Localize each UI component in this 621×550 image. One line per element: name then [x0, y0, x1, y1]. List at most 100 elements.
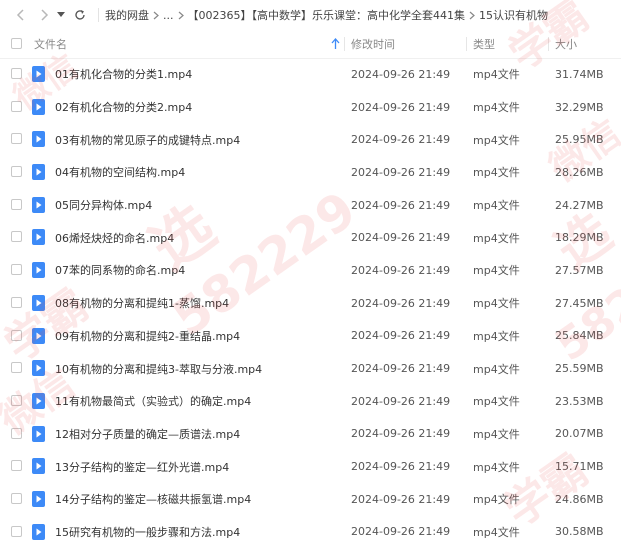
- file-name[interactable]: 13分子结构的鉴定—红外光谱.mp4: [55, 450, 229, 483]
- refresh-icon: [75, 10, 85, 20]
- file-type: mp4文件: [473, 460, 520, 474]
- file-name[interactable]: 01有机化合物的分类1.mp4: [55, 58, 192, 91]
- row-checkbox[interactable]: [11, 166, 22, 178]
- caret-down-icon: [57, 12, 65, 17]
- row-checkbox[interactable]: [11, 394, 22, 406]
- file-modified-time: 2024-09-26 21:49: [351, 296, 451, 310]
- file-row[interactable]: 03有机物的常见原子的成键特点.mp4 2024-09-26 21:49 mp4…: [0, 123, 621, 156]
- video-file-icon: [32, 66, 45, 82]
- file-modified-time: 2024-09-26 21:49: [351, 525, 451, 539]
- file-type: mp4文件: [473, 362, 520, 376]
- row-checkbox[interactable]: [11, 329, 22, 341]
- file-list: 01有机化合物的分类1.mp4 2024-09-26 21:49 mp4文件 3…: [0, 58, 621, 548]
- file-modified-time: 2024-09-26 21:49: [351, 460, 451, 474]
- file-size: 30.58MB: [555, 525, 604, 539]
- file-modified-time: 2024-09-26 21:49: [351, 133, 451, 147]
- file-size: 20.07MB: [555, 427, 604, 441]
- column-header-size[interactable]: 大小: [555, 30, 615, 58]
- file-list-header: 文件名 修改时间 类型 大小: [0, 30, 621, 59]
- file-type: mp4文件: [473, 395, 520, 409]
- row-checkbox[interactable]: [11, 231, 22, 243]
- row-checkbox[interactable]: [11, 198, 22, 210]
- file-row[interactable]: 09有机物的分离和提纯2-重结晶.mp4 2024-09-26 21:49 mp…: [0, 320, 621, 353]
- file-type: mp4文件: [473, 427, 520, 441]
- column-divider[interactable]: [344, 37, 345, 51]
- file-size: 18.29MB: [555, 231, 604, 245]
- file-type: mp4文件: [473, 525, 520, 539]
- row-checkbox[interactable]: [11, 362, 22, 374]
- row-checkbox[interactable]: [11, 133, 22, 145]
- row-checkbox[interactable]: [11, 525, 22, 537]
- breadcrumb-item-current[interactable]: 15认识有机物: [479, 7, 548, 23]
- row-checkbox[interactable]: [11, 492, 22, 504]
- file-modified-time: 2024-09-26 21:49: [351, 198, 451, 212]
- file-name[interactable]: 06烯烃炔烃的命名.mp4: [55, 221, 174, 254]
- file-name[interactable]: 09有机物的分离和提纯2-重结晶.mp4: [55, 320, 240, 353]
- file-name[interactable]: 05同分异构体.mp4: [55, 189, 152, 222]
- file-row[interactable]: 13分子结构的鉴定—红外光谱.mp4 2024-09-26 21:49 mp4文…: [0, 450, 621, 483]
- file-size: 25.84MB: [555, 329, 604, 343]
- file-name[interactable]: 03有机物的常见原子的成键特点.mp4: [55, 123, 240, 156]
- row-checkbox[interactable]: [11, 100, 22, 112]
- file-type: mp4文件: [473, 68, 520, 82]
- video-file-icon: [32, 360, 45, 377]
- video-file-icon: [32, 425, 45, 442]
- file-row[interactable]: 01有机化合物的分类1.mp4 2024-09-26 21:49 mp4文件 3…: [0, 58, 621, 91]
- breadcrumb-separator-icon: [178, 11, 184, 20]
- video-file-icon: [32, 164, 45, 181]
- row-checkbox[interactable]: [11, 460, 22, 472]
- column-divider[interactable]: [466, 37, 467, 51]
- forward-button[interactable]: [34, 5, 54, 25]
- file-row[interactable]: 11有机物最简式（实验式）的确定.mp4 2024-09-26 21:49 mp…: [0, 385, 621, 418]
- sort-ascending-icon[interactable]: [331, 38, 340, 53]
- file-type: mp4文件: [473, 101, 520, 115]
- row-checkbox[interactable]: [11, 296, 22, 308]
- file-name[interactable]: 12相对分子质量的确定—质谱法.mp4: [55, 418, 240, 451]
- video-file-icon: [32, 262, 45, 279]
- column-header-type[interactable]: 类型: [473, 30, 543, 58]
- breadcrumb-item-ellipsis[interactable]: ...: [163, 9, 174, 22]
- select-all-checkbox[interactable]: [11, 38, 22, 49]
- column-divider[interactable]: [548, 37, 549, 51]
- back-button[interactable]: [10, 5, 30, 25]
- file-type: mp4文件: [473, 297, 520, 311]
- row-checkbox[interactable]: [11, 264, 22, 276]
- breadcrumb-separator-icon: [153, 11, 159, 20]
- column-header-name[interactable]: 文件名: [34, 30, 344, 58]
- file-row[interactable]: 02有机化合物的分类2.mp4 2024-09-26 21:49 mp4文件 3…: [0, 91, 621, 124]
- file-row[interactable]: 10有机物的分离和提纯3-萃取与分液.mp4 2024-09-26 21:49 …: [0, 352, 621, 385]
- file-name[interactable]: 15研究有机物的一般步骤和方法.mp4: [55, 516, 240, 549]
- file-modified-time: 2024-09-26 21:49: [351, 231, 451, 245]
- breadcrumb-item-folder[interactable]: 【002365】【高中数学】乐乐课堂：高中化学全套441集: [188, 7, 466, 23]
- refresh-button[interactable]: [70, 5, 90, 25]
- file-name[interactable]: 10有机物的分离和提纯3-萃取与分液.mp4: [55, 352, 262, 385]
- row-checkbox[interactable]: [11, 68, 22, 79]
- file-size: 25.59MB: [555, 362, 604, 376]
- history-dropdown-button[interactable]: [54, 5, 68, 25]
- file-size: 15.71MB: [555, 460, 604, 474]
- row-checkbox[interactable]: [11, 427, 22, 439]
- file-row[interactable]: 04有机物的空间结构.mp4 2024-09-26 21:49 mp4文件 28…: [0, 156, 621, 189]
- file-name[interactable]: 08有机物的分离和提纯1-蒸馏.mp4: [55, 287, 229, 320]
- column-header-time[interactable]: 修改时间: [351, 30, 461, 58]
- file-row[interactable]: 14分子结构的鉴定—核磁共振氢谱.mp4 2024-09-26 21:49 mp…: [0, 483, 621, 516]
- file-name[interactable]: 07苯的同系物的命名.mp4: [55, 254, 185, 287]
- file-type: mp4文件: [473, 231, 520, 245]
- column-header-name-label: 文件名: [34, 38, 67, 51]
- file-name[interactable]: 14分子结构的鉴定—核磁共振氢谱.mp4: [55, 483, 251, 516]
- file-name[interactable]: 02有机化合物的分类2.mp4: [55, 91, 192, 124]
- chevron-right-icon: [40, 9, 48, 21]
- file-size: 23.53MB: [555, 394, 604, 408]
- file-type: mp4文件: [473, 199, 520, 213]
- file-row[interactable]: 08有机物的分离和提纯1-蒸馏.mp4 2024-09-26 21:49 mp4…: [0, 287, 621, 320]
- chevron-left-icon: [16, 9, 24, 21]
- file-row[interactable]: 12相对分子质量的确定—质谱法.mp4 2024-09-26 21:49 mp4…: [0, 418, 621, 451]
- file-name[interactable]: 04有机物的空间结构.mp4: [55, 156, 185, 189]
- file-row[interactable]: 07苯的同系物的命名.mp4 2024-09-26 21:49 mp4文件 27…: [0, 254, 621, 287]
- file-row[interactable]: 15研究有机物的一般步骤和方法.mp4 2024-09-26 21:49 mp4…: [0, 516, 621, 549]
- file-name[interactable]: 11有机物最简式（实验式）的确定.mp4: [55, 385, 251, 418]
- file-row[interactable]: 06烯烃炔烃的命名.mp4 2024-09-26 21:49 mp4文件 18.…: [0, 221, 621, 254]
- breadcrumb-item-root[interactable]: 我的网盘: [105, 7, 149, 23]
- file-modified-time: 2024-09-26 21:49: [351, 394, 451, 408]
- file-row[interactable]: 05同分异构体.mp4 2024-09-26 21:49 mp4文件 24.27…: [0, 189, 621, 222]
